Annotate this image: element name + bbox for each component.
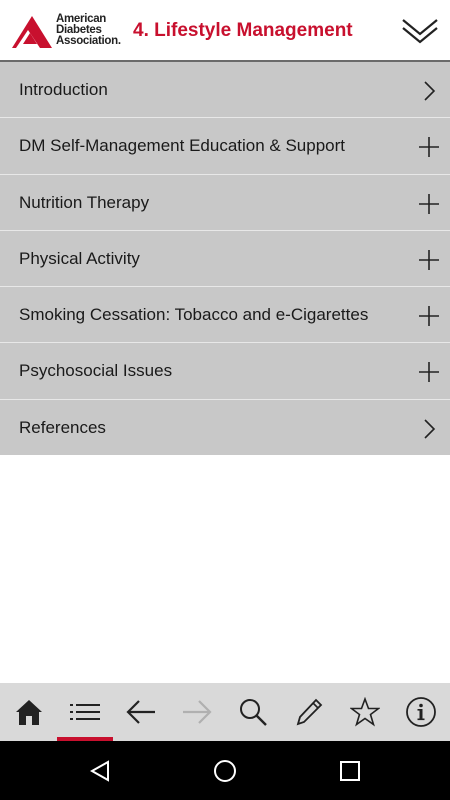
page-title: 4. Lifestyle Management — [133, 20, 353, 41]
plus-icon — [419, 193, 439, 214]
section-item-references[interactable]: References — [0, 399, 450, 457]
section-label: References — [19, 417, 106, 437]
double-chevron-down-icon — [402, 19, 438, 44]
forward-button[interactable] — [169, 683, 225, 741]
plus-icon — [419, 362, 439, 383]
notes-button[interactable] — [281, 683, 337, 741]
section-item-introduction[interactable]: Introduction — [0, 62, 450, 119]
bottom-toolbar — [0, 683, 450, 741]
section-item-self-management[interactable]: DM Self-Management Education & Support — [0, 118, 450, 175]
system-home-button[interactable] — [195, 741, 255, 800]
home-button[interactable] — [1, 683, 57, 741]
content-area — [0, 455, 450, 683]
section-label: Introduction — [19, 80, 108, 99]
contents-list-button[interactable] — [57, 683, 113, 741]
bookmarks-button[interactable] — [337, 683, 393, 741]
chevron-right-icon — [424, 81, 436, 101]
plus-icon — [419, 249, 439, 270]
forward-arrow-icon — [183, 700, 212, 724]
logo-line-3: Association. — [56, 35, 121, 47]
list-icon — [70, 704, 100, 720]
search-button[interactable] — [225, 683, 281, 741]
info-button[interactable] — [393, 683, 449, 741]
ada-logo-text: American Diabetes Association. — [56, 13, 121, 47]
pencil-icon — [296, 698, 323, 726]
section-label: DM Self-Management Education & Support — [19, 136, 346, 156]
plus-icon — [419, 306, 439, 327]
section-list: Introduction DM Self-Management Educatio… — [0, 62, 450, 457]
section-label: Smoking Cessation: Tobacco and e-Cigaret… — [19, 305, 369, 325]
section-item-smoking-cessation[interactable]: Smoking Cessation: Tobacco and e-Cigaret… — [0, 287, 450, 344]
section-item-psychosocial[interactable]: Psychosocial Issues — [0, 343, 450, 400]
recents-square-icon — [340, 760, 360, 781]
menu-toggle-button[interactable] — [390, 8, 450, 54]
system-back-button[interactable] — [70, 741, 130, 800]
chevron-right-icon — [424, 419, 436, 439]
app-header: American Diabetes Association. 4. Lifest… — [0, 0, 450, 62]
section-item-physical-activity[interactable]: Physical Activity — [0, 230, 450, 288]
ada-logo: American Diabetes Association. — [12, 13, 130, 50]
star-icon — [350, 697, 380, 727]
home-icon — [16, 700, 42, 725]
section-item-nutrition[interactable]: Nutrition Therapy — [0, 174, 450, 231]
section-label: Nutrition Therapy — [19, 192, 150, 212]
section-label: Psychosocial Issues — [19, 361, 173, 381]
home-circle-icon — [214, 759, 236, 782]
info-icon — [406, 697, 436, 727]
android-nav-bar — [0, 741, 450, 800]
plus-icon — [419, 137, 439, 158]
back-triangle-icon — [89, 759, 109, 782]
search-icon — [240, 699, 267, 726]
system-recents-button[interactable] — [320, 741, 380, 800]
ada-triangle-icon — [12, 16, 52, 48]
section-label: Physical Activity — [19, 248, 140, 268]
back-arrow-icon — [126, 700, 155, 724]
back-button[interactable] — [113, 683, 169, 741]
